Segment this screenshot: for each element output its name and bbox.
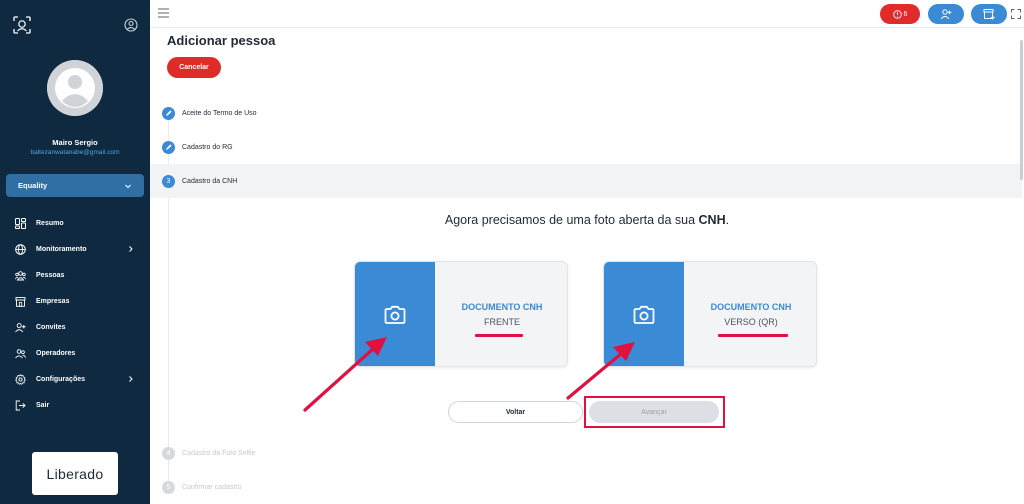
card-subtitle: FRENTE [484, 317, 520, 327]
globe-icon [15, 243, 26, 255]
app-root: Mairo Sergio baltezanwatanabe@gmail.com … [0, 0, 1024, 504]
sidebar-item-operadores[interactable]: Operadores [0, 340, 150, 366]
step-number: 3 [162, 174, 175, 188]
card-title: DOCUMENTO CNH [710, 302, 792, 312]
scrollbar-thumb[interactable] [1020, 40, 1023, 180]
annotation-underline-frente [475, 334, 523, 337]
face-scan-logo-icon[interactable] [13, 16, 31, 34]
sidebar-item-label: Monitoramento [36, 245, 87, 253]
building-add-icon [983, 9, 995, 20]
camera-icon [384, 305, 406, 324]
step-foto-selfie: 4 Cadastro da Foto Selfie [150, 436, 1022, 470]
sidebar: Mairo Sergio baltezanwatanabe@gmail.com … [0, 0, 150, 504]
camera-button[interactable] [355, 262, 435, 366]
sidebar-item-configuracoes[interactable]: Configurações [0, 366, 150, 392]
card-title: DOCUMENTO CNH [461, 302, 543, 312]
hamburger-menu-icon[interactable] [158, 8, 169, 18]
sidebar-item-label: Convites [36, 323, 66, 331]
cnh-back-upload-card[interactable]: DOCUMENTO CNH VERSO (QR) [603, 261, 817, 367]
pencil-icon [165, 110, 172, 116]
user-plus-icon [940, 9, 952, 20]
user-email: baltezanwatanabe@gmail.com [30, 149, 120, 156]
gear-icon [15, 373, 26, 385]
step-termo-de-uso[interactable]: Aceite do Termo de Uso [150, 96, 1022, 130]
avatar-placeholder-icon [47, 60, 103, 116]
building-icon [15, 296, 26, 307]
step-done-indicator [162, 106, 175, 120]
instruction-prefix: Agora precisamos de uma foto aberta da s… [444, 213, 699, 227]
add-company-button[interactable] [971, 4, 1007, 24]
sidebar-item-sair[interactable]: Sair [0, 392, 150, 418]
instruction-text: Agora precisamos de uma foto aberta da s… [150, 213, 1024, 227]
sidebar-item-label: Configurações [36, 375, 86, 383]
fullscreen-icon[interactable] [1011, 9, 1021, 19]
step-cadastro-cnh[interactable]: 3 Cadastro da CNH [150, 164, 1022, 198]
sidebar-item-label: Empresas [36, 297, 70, 305]
sidebar-item-label: Operadores [36, 349, 76, 357]
chevron-down-icon [125, 184, 131, 188]
user-plus-icon [15, 322, 26, 332]
topbar: 6 [150, 0, 1024, 28]
step-label: Confirmar cadastro [182, 483, 242, 491]
people-icon [15, 270, 26, 280]
user-circle-icon[interactable] [124, 18, 138, 32]
sidebar-header [0, 0, 150, 50]
step-label: Cadastro do RG [182, 143, 233, 151]
chevron-right-icon [129, 376, 133, 382]
step-label: Aceite do Termo de Uso [182, 109, 257, 117]
cnh-front-upload-card[interactable]: DOCUMENTO CNH FRENTE [354, 261, 568, 367]
camera-button[interactable] [604, 262, 684, 366]
sidebar-item-empresas[interactable]: Empresas [0, 288, 150, 314]
brand-logo: Liberado [32, 452, 118, 495]
user-name: Mairo Sergio [52, 138, 98, 147]
instruction-document: CNH [698, 213, 726, 227]
sidebar-item-monitoramento[interactable]: Monitoramento [0, 236, 150, 262]
step-number: 5 [162, 480, 175, 494]
annotation-underline-verso [718, 334, 788, 337]
organization-select-value: Equality [18, 181, 48, 190]
annotation-highlight-box [584, 396, 725, 428]
step-confirmar-cadastro: 5 Confirmar cadastro [150, 470, 1022, 504]
step-number: 4 [162, 446, 175, 460]
main-content: Adicionar pessoa Cancelar Aceite do Term… [150, 28, 1024, 504]
pencil-icon [165, 144, 172, 150]
sidebar-item-label: Resumo [36, 219, 64, 227]
card-subtitle: VERSO (QR) [724, 317, 778, 327]
operators-icon [15, 348, 26, 358]
grid-icon [15, 217, 26, 229]
alert-circle-icon [892, 9, 902, 19]
sidebar-nav: Resumo Monitoramento Pessoas Empresas Co… [0, 210, 150, 418]
organization-select[interactable]: Equality [6, 174, 144, 197]
chevron-right-icon [129, 246, 133, 252]
sidebar-item-label: Pessoas [36, 271, 65, 279]
back-button[interactable]: Voltar [448, 401, 583, 423]
camera-icon [633, 305, 655, 324]
avatar[interactable] [47, 60, 103, 116]
sidebar-item-label: Sair [36, 401, 50, 409]
page-title: Adicionar pessoa [167, 33, 276, 48]
sidebar-item-pessoas[interactable]: Pessoas [0, 262, 150, 288]
alerts-button[interactable]: 6 [880, 4, 920, 24]
logout-icon [15, 400, 26, 410]
cancel-button[interactable]: Cancelar [167, 57, 221, 78]
add-person-button[interactable] [928, 4, 964, 24]
step-done-indicator [162, 140, 175, 154]
step-cadastro-rg[interactable]: Cadastro do RG [150, 130, 1022, 164]
instruction-suffix: . [725, 213, 730, 227]
step-label: Cadastro da Foto Selfie [182, 449, 256, 457]
alerts-count: 6 [903, 10, 908, 18]
sidebar-item-convites[interactable]: Convites [0, 314, 150, 340]
sidebar-item-resumo[interactable]: Resumo [0, 210, 150, 236]
brand-name: Liberado [46, 465, 104, 482]
step-label: Cadastro da CNH [182, 177, 238, 185]
